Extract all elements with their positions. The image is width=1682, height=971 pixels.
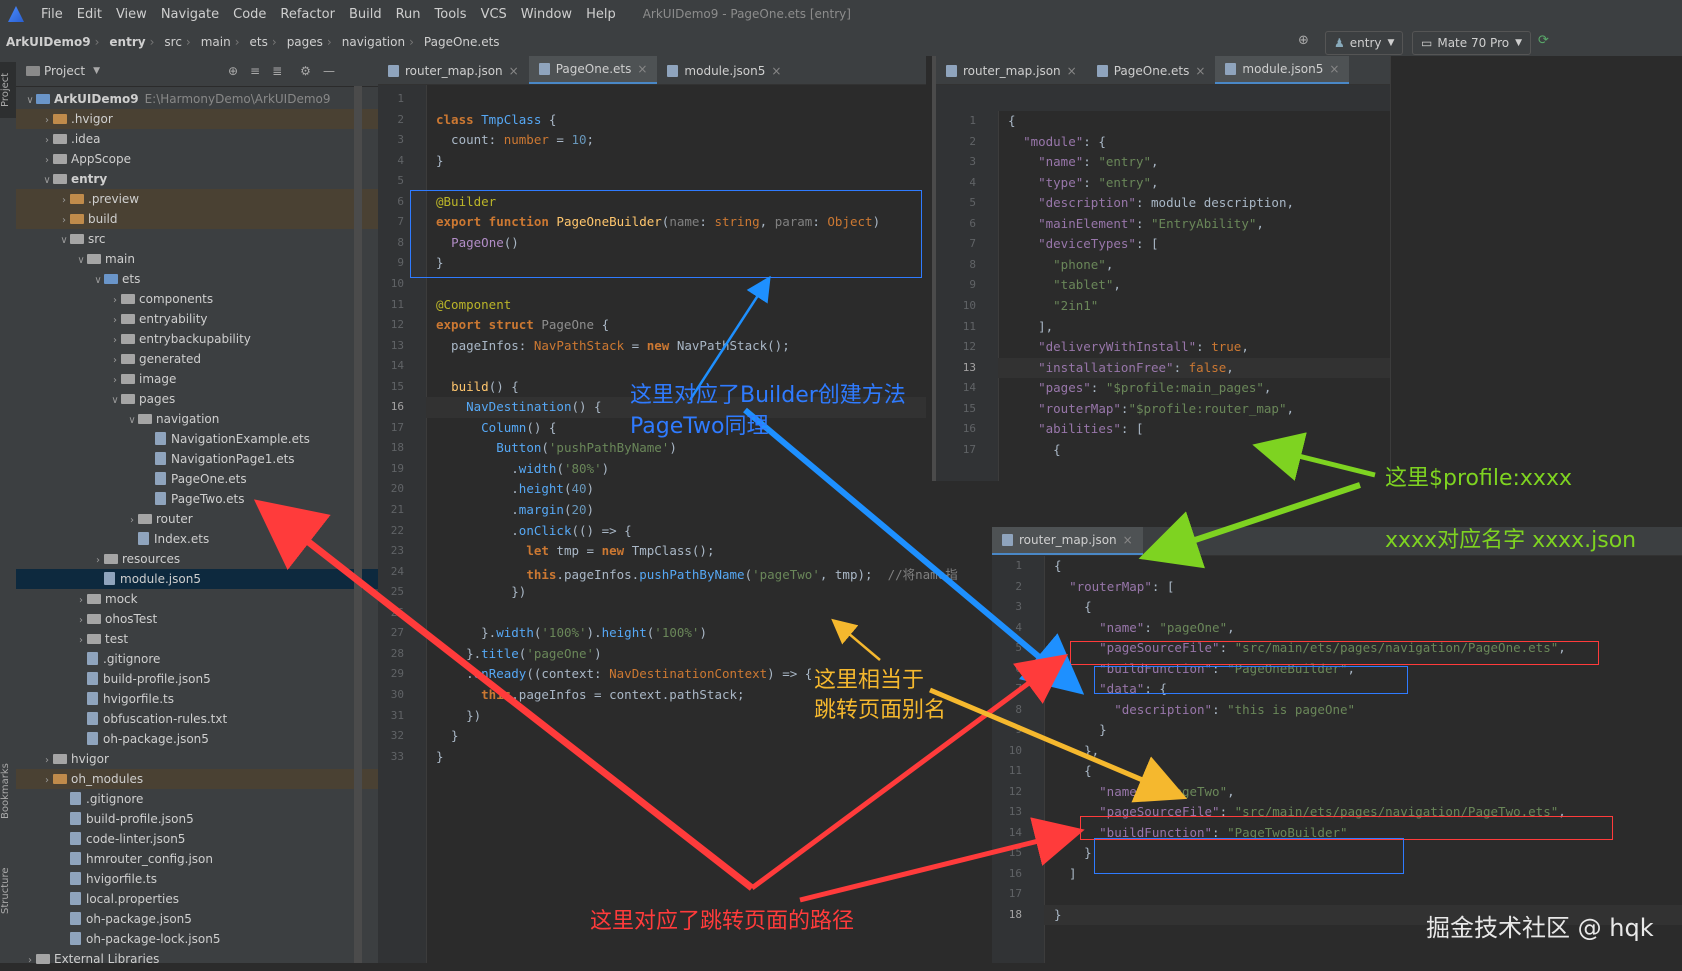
annotation-builder-line1: 这里对应了Builder创建方法 [630, 383, 906, 408]
green-arrow-to-routermap [1252, 432, 1376, 481]
red-arrow-to-pagetwo-file [253, 499, 755, 891]
yellow-arrow-to-pagetwo-name [929, 687, 1188, 803]
annotation-alias-line2: 跳转页面别名 [814, 698, 947, 723]
annotation-profile-line2: xxxx对应名字 xxxx.json [1385, 528, 1637, 553]
annotation-profile-line1: 这里$profile:xxxx [1385, 466, 1572, 491]
watermark: 掘金技术社区 @ hqk [1426, 914, 1654, 942]
yellow-arrow-to-pushpath [831, 618, 881, 661]
annotation-path: 这里对应了跳转页面的路径 [590, 909, 855, 934]
annotation-builder-line2: PageTwo同理 [630, 414, 769, 439]
red-arrow-to-pagetwo-source [799, 817, 1085, 903]
blue-arrow-to-buildfunction [743, 407, 1085, 695]
green-arrow-to-router-map-tab [1138, 482, 1361, 569]
annotation-alias-line1: 这里相当于 [814, 668, 925, 693]
